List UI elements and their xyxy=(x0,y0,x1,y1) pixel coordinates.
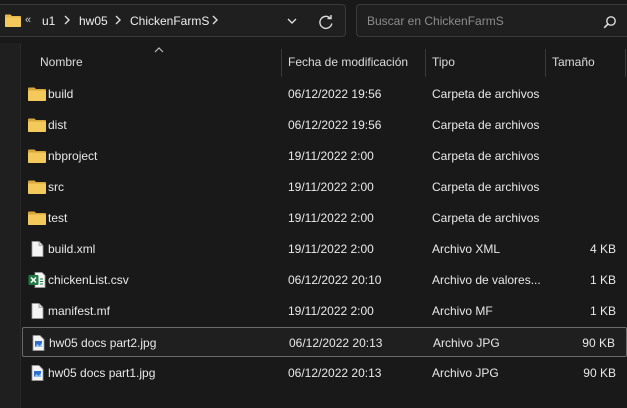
document-icon xyxy=(31,241,44,257)
file-row[interactable]: test 19/11/2022 2:00 Carpeta de archivos xyxy=(22,203,627,233)
chevron-right-icon[interactable] xyxy=(114,14,122,26)
image-file-icon xyxy=(32,335,45,351)
column-header-row: Nombre Fecha de modificación Tipo Tamaño xyxy=(22,47,627,77)
file-type: Carpeta de archivos xyxy=(432,118,540,132)
file-date: 06/12/2022 19:56 xyxy=(288,118,382,132)
file-type: Archivo JPG xyxy=(432,366,499,380)
folder-icon xyxy=(28,87,46,101)
file-row[interactable]: chickenList.csv 06/12/2022 20:10 Archivo… xyxy=(22,265,627,295)
file-date: 06/12/2022 20:13 xyxy=(289,336,383,350)
folder-icon xyxy=(28,180,46,194)
file-date: 19/11/2022 2:00 xyxy=(288,180,374,194)
file-size: 4 KB xyxy=(589,242,616,256)
file-name: build.xml xyxy=(48,242,96,256)
column-header-type[interactable]: Tipo xyxy=(432,55,455,69)
breadcrumb-item[interactable]: hw05 xyxy=(79,14,108,28)
excel-icon xyxy=(28,272,46,288)
file-name: build xyxy=(48,87,74,101)
file-type: Archivo XML xyxy=(432,242,501,256)
search-input[interactable]: Buscar en ChickenFarmS xyxy=(367,14,504,28)
file-row[interactable]: build.xml 19/11/2022 2:00 Archivo XML 4 … xyxy=(22,234,627,264)
file-size: 1 KB xyxy=(589,304,616,318)
breadcrumb-item[interactable]: ChickenFarmS xyxy=(130,14,209,28)
breadcrumb-overflow[interactable]: « xyxy=(25,14,31,26)
file-date: 19/11/2022 2:00 xyxy=(288,242,374,256)
file-type: Carpeta de archivos xyxy=(432,87,540,101)
column-divider[interactable] xyxy=(425,49,426,77)
column-divider[interactable] xyxy=(625,49,626,77)
file-name: chickenList.csv xyxy=(48,273,129,287)
file-type: Archivo JPG xyxy=(433,336,500,350)
chevron-right-icon[interactable] xyxy=(211,14,219,26)
column-header-name[interactable]: Nombre xyxy=(40,55,83,69)
folder-icon xyxy=(28,211,46,225)
document-icon xyxy=(31,303,44,319)
file-date: 19/11/2022 2:00 xyxy=(288,149,374,163)
file-type: Archivo de valores... xyxy=(432,273,541,287)
column-header-date[interactable]: Fecha de modificación xyxy=(288,55,408,69)
file-date: 06/12/2022 20:13 xyxy=(288,366,382,380)
file-name: nbproject xyxy=(48,149,98,163)
file-date: 06/12/2022 19:56 xyxy=(288,87,382,101)
file-name: hw05 docs part1.jpg xyxy=(48,366,156,380)
column-header-size[interactable]: Tamaño xyxy=(552,55,595,69)
file-type: Carpeta de archivos xyxy=(432,180,540,194)
breadcrumb-item[interactable]: u1 xyxy=(42,14,55,28)
file-date: 19/11/2022 2:00 xyxy=(288,211,374,225)
search-box[interactable]: Buscar en ChickenFarmS xyxy=(356,4,627,37)
address-bar[interactable]: « u1 hw05 ChickenFarmS xyxy=(0,4,346,37)
search-icon[interactable] xyxy=(603,15,617,29)
file-list-pane: Nombre Fecha de modificación Tipo Tamaño… xyxy=(0,43,627,408)
image-file-icon xyxy=(31,365,44,381)
folder-icon xyxy=(28,118,46,132)
folder-icon xyxy=(28,149,46,163)
file-explorer-window: « u1 hw05 ChickenFarmS Buscar en Chicken… xyxy=(0,0,627,408)
column-divider[interactable] xyxy=(545,49,546,77)
file-row[interactable]: dist 06/12/2022 19:56 Carpeta de archivo… xyxy=(22,110,627,140)
file-size: 90 KB xyxy=(583,366,616,380)
file-row[interactable]: manifest.mf 19/11/2022 2:00 Archivo MF 1… xyxy=(22,296,627,326)
file-name: src xyxy=(48,180,64,194)
chevron-down-icon[interactable] xyxy=(286,16,298,26)
sort-ascending-icon xyxy=(154,47,164,53)
file-name: manifest.mf xyxy=(48,304,111,318)
file-type: Archivo MF xyxy=(432,304,493,318)
file-name: dist xyxy=(48,118,67,132)
file-row[interactable]: nbproject 19/11/2022 2:00 Carpeta de arc… xyxy=(22,141,627,171)
file-row[interactable]: hw05 docs part1.jpg 06/12/2022 20:13 Arc… xyxy=(22,358,627,388)
toolbar: « u1 hw05 ChickenFarmS Buscar en Chicken… xyxy=(0,0,627,43)
file-row-selected[interactable]: hw05 docs part2.jpg 06/12/2022 20:13 Arc… xyxy=(22,327,627,357)
folder-icon xyxy=(5,14,21,27)
file-name: hw05 docs part2.jpg xyxy=(49,336,157,350)
file-row[interactable]: src 19/11/2022 2:00 Carpeta de archivos xyxy=(22,172,627,202)
file-size: 1 KB xyxy=(589,273,616,287)
navigation-pane-edge xyxy=(0,43,21,408)
file-date: 19/11/2022 2:00 xyxy=(288,304,374,318)
refresh-icon[interactable] xyxy=(318,14,334,30)
file-name: test xyxy=(48,211,68,225)
file-type: Carpeta de archivos xyxy=(432,211,540,225)
file-row[interactable]: build 06/12/2022 19:56 Carpeta de archiv… xyxy=(22,79,627,109)
file-date: 06/12/2022 20:10 xyxy=(288,273,382,287)
file-type: Carpeta de archivos xyxy=(432,149,540,163)
chevron-right-icon[interactable] xyxy=(63,14,71,26)
column-divider[interactable] xyxy=(281,49,282,77)
file-size: 90 KB xyxy=(582,336,615,350)
